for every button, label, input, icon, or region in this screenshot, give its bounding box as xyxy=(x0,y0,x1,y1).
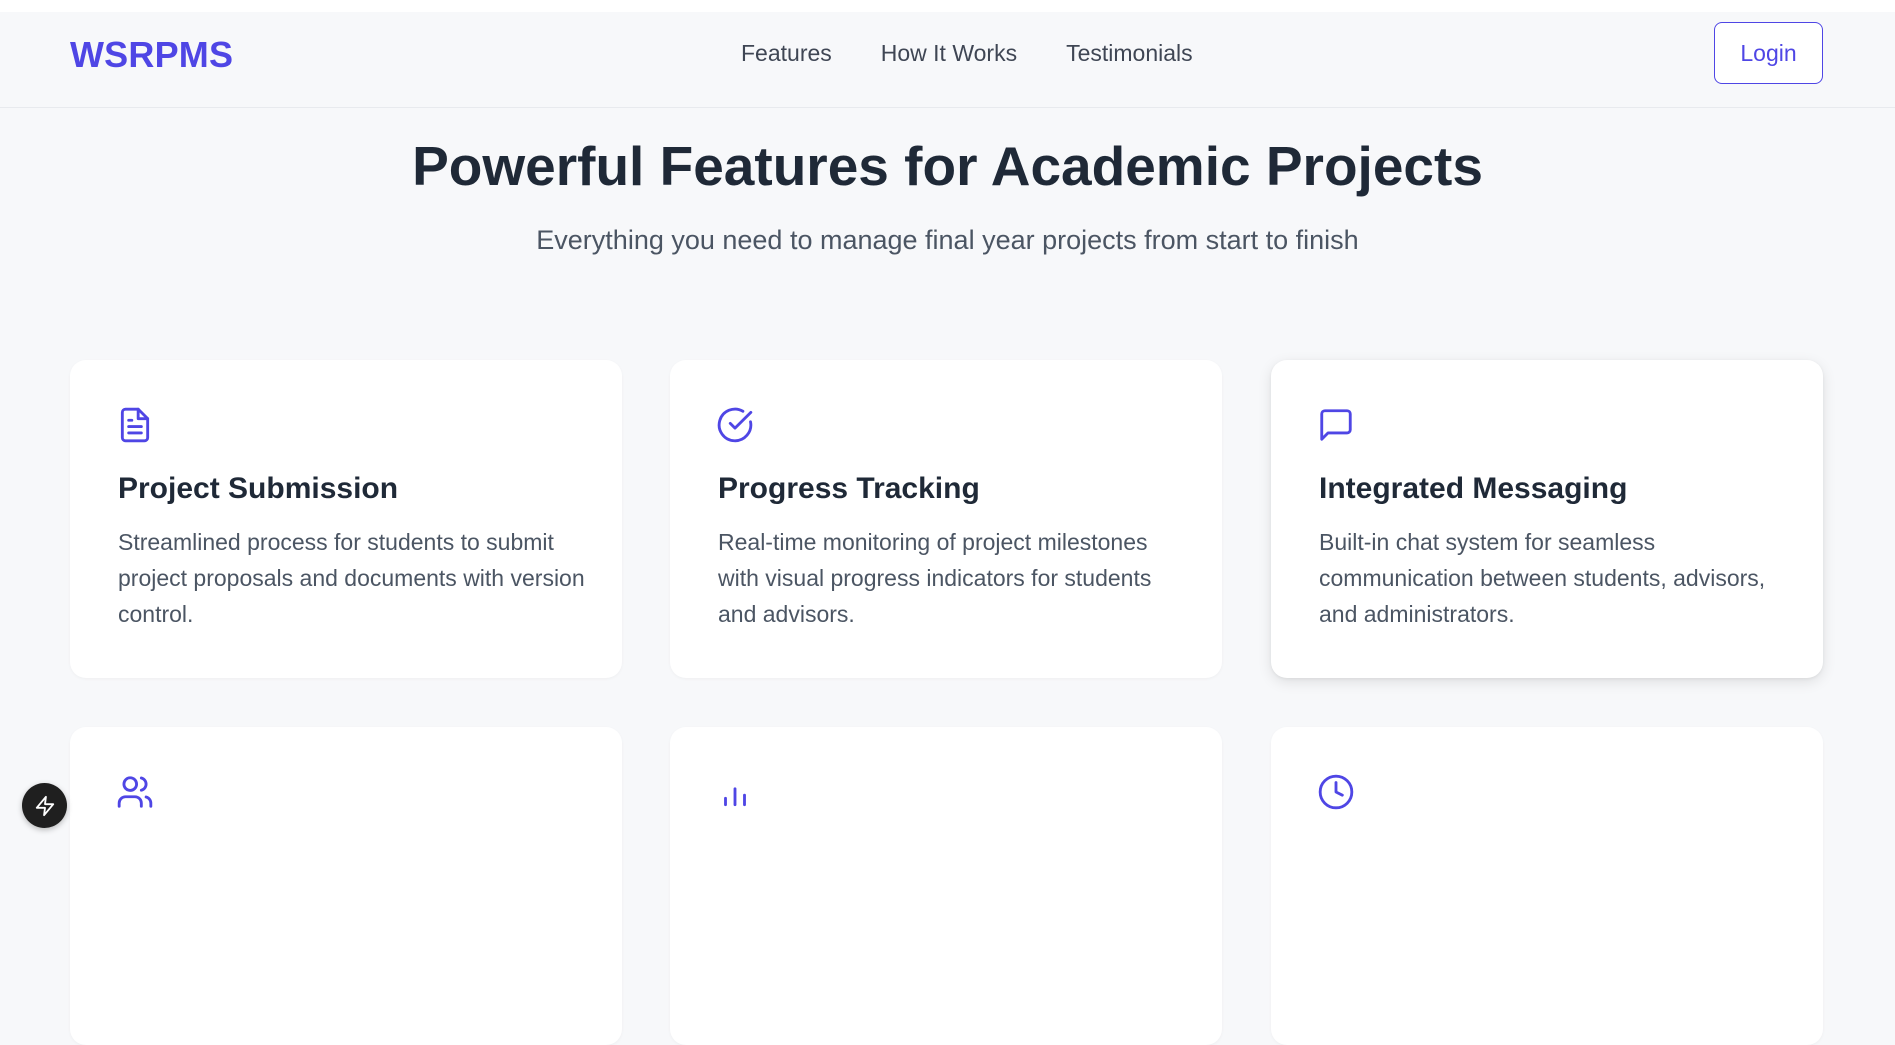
users-icon xyxy=(117,776,153,808)
bar-chart-icon xyxy=(724,787,746,807)
logo[interactable]: WSRPMS xyxy=(70,34,233,76)
navbar: WSRPMS Features How It Works Testimonial… xyxy=(0,12,1895,108)
feature-title: Progress Tracking xyxy=(718,472,980,505)
section-title: Powerful Features for Academic Projects xyxy=(412,135,1483,197)
document-icon xyxy=(120,407,150,443)
login-button[interactable]: Login xyxy=(1714,22,1823,84)
nav-link-features[interactable]: Features xyxy=(741,40,832,67)
clock-icon xyxy=(1318,774,1354,810)
feature-description: Built-in chat system for seamless commun… xyxy=(1319,529,1766,627)
feature-card-4 xyxy=(70,727,622,1045)
feature-title: Project Submission xyxy=(118,472,399,505)
bolt-icon xyxy=(35,795,54,816)
floating-action-button[interactable] xyxy=(22,783,67,828)
top-strip xyxy=(0,0,1895,12)
section-subtitle: Everything you need to manage final year… xyxy=(536,225,1359,255)
nav-link-how-it-works[interactable]: How It Works xyxy=(881,40,1017,67)
check-circle-icon xyxy=(717,407,753,443)
main-nav: Features How It Works Testimonials xyxy=(741,40,1193,67)
feature-description: Streamlined process for students to subm… xyxy=(118,529,585,627)
feature-card-integrated-messaging: Integrated Messaging Built-in chat syste… xyxy=(1271,360,1823,678)
feature-card-progress-tracking: Progress Tracking Real-time monitoring o… xyxy=(670,360,1222,678)
feature-title: Integrated Messaging xyxy=(1319,472,1628,505)
nav-link-testimonials[interactable]: Testimonials xyxy=(1066,40,1193,67)
feature-description: Real-time monitoring of project mileston… xyxy=(718,529,1152,627)
feature-card-5 xyxy=(670,727,1222,1045)
message-icon xyxy=(1320,409,1352,441)
feature-card-6 xyxy=(1271,727,1823,1045)
feature-card-project-submission: Project Submission Streamlined process f… xyxy=(70,360,622,678)
